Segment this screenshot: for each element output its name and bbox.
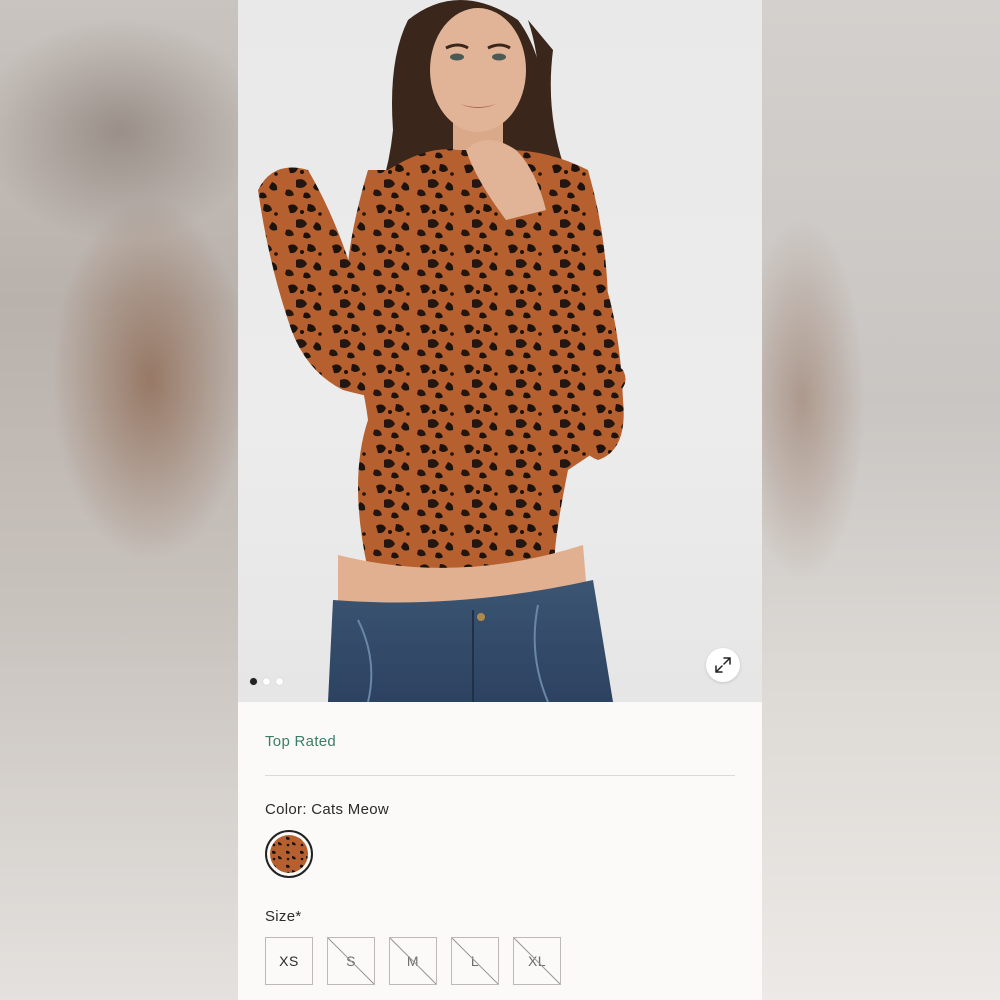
- size-option-label: XS: [279, 953, 299, 969]
- size-option-label: M: [406, 953, 420, 969]
- background-blur-right: [762, 0, 1000, 1000]
- size-option-label: XL: [527, 953, 547, 969]
- size-label: Size*: [265, 908, 302, 925]
- size-option-xs[interactable]: XS: [265, 937, 313, 985]
- size-selector: XS S M L XL: [265, 937, 561, 985]
- size-option-label: S: [346, 953, 356, 969]
- expand-image-button[interactable]: [706, 648, 740, 682]
- size-option-xl[interactable]: XL: [513, 937, 561, 985]
- background-blur-left: [0, 0, 238, 1000]
- leopard-swatch: [270, 835, 308, 873]
- top-rated-badge: Top Rated: [265, 733, 337, 750]
- leopard-pattern-icon: [270, 835, 308, 873]
- carousel-dots: [250, 678, 283, 685]
- carousel-dot-1[interactable]: [250, 678, 257, 685]
- expand-arrows-icon: [715, 657, 731, 673]
- color-swatch-cats-meow[interactable]: [265, 830, 313, 878]
- carousel-dot-3[interactable]: [276, 678, 283, 685]
- size-option-label: L: [470, 953, 480, 969]
- product-image-carousel[interactable]: [238, 0, 762, 702]
- product-page: Top Rated Color: Cats Meow Size* XS S M …: [238, 0, 762, 1000]
- size-option-m[interactable]: M: [389, 937, 437, 985]
- size-option-l[interactable]: L: [451, 937, 499, 985]
- color-label: Color: Cats Meow: [265, 801, 390, 818]
- size-option-s[interactable]: S: [327, 937, 375, 985]
- product-photo: [258, 0, 626, 702]
- divider: [265, 775, 735, 776]
- carousel-dot-2[interactable]: [263, 678, 270, 685]
